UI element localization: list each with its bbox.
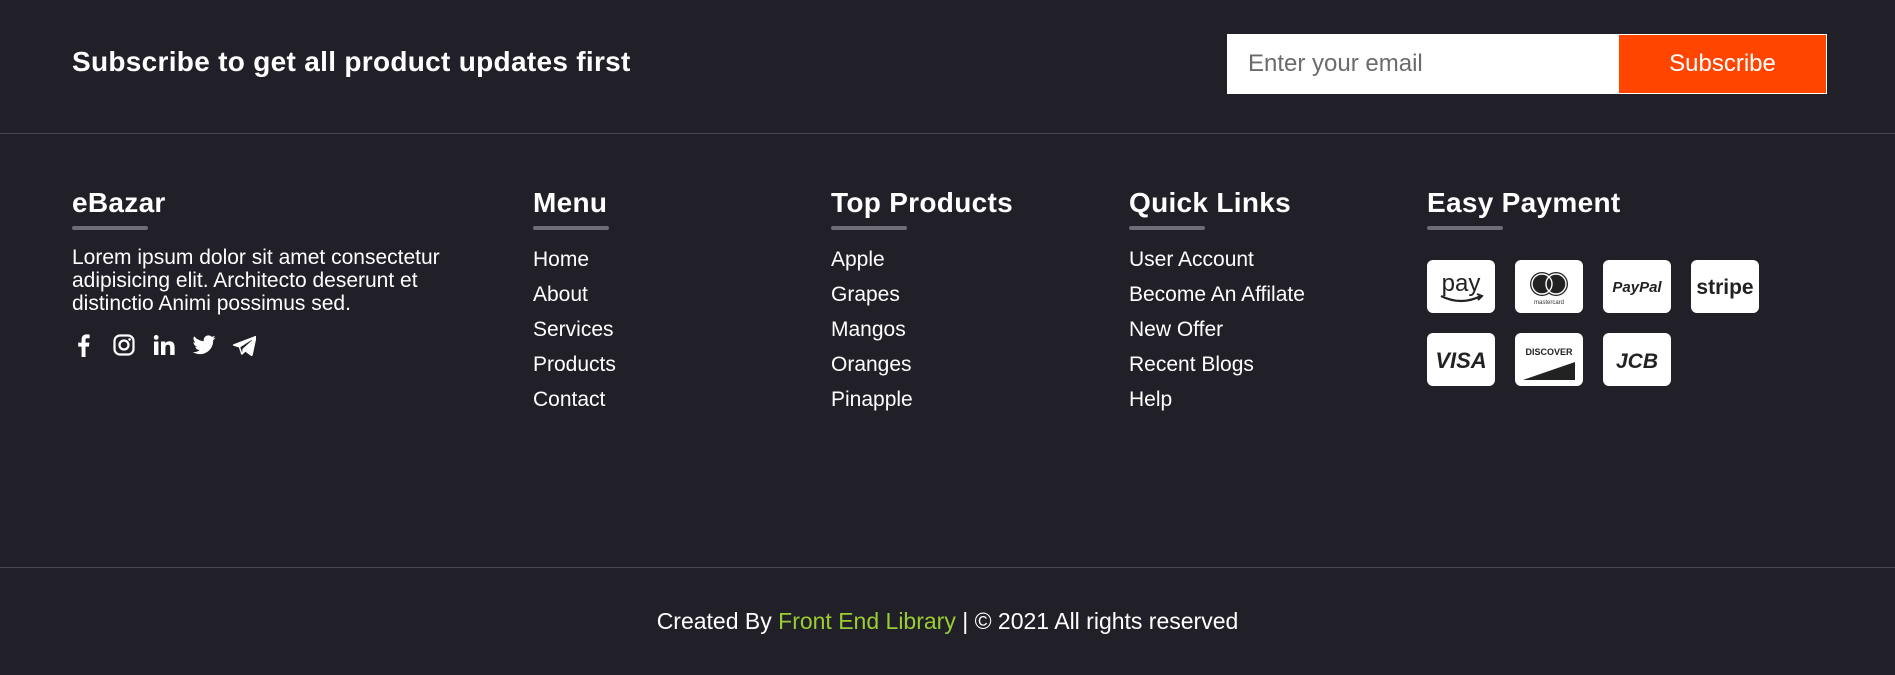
list-item: Services — [533, 312, 616, 347]
jcb-text: JCB — [1616, 350, 1658, 373]
product-link-pinapple[interactable]: Pinapple — [831, 388, 913, 412]
list-item: New Offer — [1129, 312, 1305, 347]
credit-prefix: Created By — [656, 608, 772, 634]
subscribe-bar: Subscribe to get all product updates fir… — [0, 0, 1895, 134]
quick-link-new-offer[interactable]: New Offer — [1129, 318, 1223, 342]
paypal-icon: PayPal — [1603, 260, 1671, 313]
brand-title: eBazar — [72, 187, 166, 218]
title-underline — [1427, 226, 1503, 230]
list-item: Mangos — [831, 312, 1013, 347]
stripe-text: stripe — [1696, 276, 1753, 299]
subscribe-form: Subscribe — [1227, 34, 1827, 94]
amazon-pay-text: pay — [1442, 270, 1481, 297]
quick-links-column: Quick Links User Account Become An Affil… — [1129, 186, 1305, 417]
credit-link[interactable]: Front End Library — [778, 608, 956, 634]
email-input[interactable] — [1228, 35, 1619, 93]
menu-link-services[interactable]: Services — [533, 318, 614, 342]
menu-link-about[interactable]: About — [533, 283, 588, 307]
title-underline — [1129, 226, 1205, 230]
instagram-icon[interactable] — [112, 333, 136, 357]
visa-icon: VISA — [1427, 333, 1495, 386]
product-link-grapes[interactable]: Grapes — [831, 283, 900, 307]
menu-link-home[interactable]: Home — [533, 248, 589, 272]
paypal-text: PayPal — [1612, 279, 1662, 296]
list-item: Grapes — [831, 277, 1013, 312]
copyright-text: Created By Front End Library | © 2021 Al… — [657, 608, 1239, 635]
top-products-column: Top Products Apple Grapes Mangos Oranges… — [831, 186, 1013, 417]
menu-link-contact[interactable]: Contact — [533, 388, 605, 412]
list-item: Apple — [831, 242, 1013, 277]
mastercard-text: mastercard — [1534, 300, 1564, 306]
discover-text: DISCOVER — [1525, 347, 1573, 357]
menu-column: Menu Home About Services Products Contac… — [533, 186, 616, 417]
visa-text: VISA — [1435, 348, 1486, 373]
list-item: Products — [533, 347, 616, 382]
menu-list: Home About Services Products Contact — [533, 242, 616, 417]
subscribe-button[interactable]: Subscribe — [1619, 35, 1826, 93]
list-item: Recent Blogs — [1129, 347, 1305, 382]
list-item: Help — [1129, 382, 1305, 417]
list-item: Home — [533, 242, 616, 277]
title-underline — [831, 226, 907, 230]
copyright-suffix: | © 2021 All rights reserved — [962, 608, 1239, 634]
jcb-icon: JCB — [1603, 333, 1671, 386]
top-products-title: Top Products — [831, 187, 1013, 218]
quick-links-title: Quick Links — [1129, 187, 1292, 218]
subscribe-heading: Subscribe to get all product updates fir… — [72, 46, 631, 77]
product-link-mangos[interactable]: Mangos — [831, 318, 906, 342]
title-underline — [533, 226, 609, 230]
list-item: Pinapple — [831, 382, 1013, 417]
telegram-icon[interactable] — [232, 333, 256, 357]
social-links — [72, 333, 492, 357]
payment-methods: pay mastercard PayPal stripe VISA DISCOV… — [1427, 260, 1759, 386]
bottom-bar: Created By Front End Library | © 2021 Al… — [0, 567, 1895, 675]
twitter-icon[interactable] — [192, 333, 216, 357]
amazon-pay-icon: pay — [1427, 260, 1495, 313]
mastercard-icon: mastercard — [1515, 260, 1583, 313]
stripe-icon: stripe — [1691, 260, 1759, 313]
quick-link-recent-blogs[interactable]: Recent Blogs — [1129, 353, 1254, 377]
list-item: Become An Affilate — [1129, 277, 1305, 312]
discover-icon: DISCOVER — [1515, 333, 1583, 386]
list-item: User Account — [1129, 242, 1305, 277]
list-item: Oranges — [831, 347, 1013, 382]
payment-title: Easy Payment — [1427, 187, 1621, 218]
list-item: About — [533, 277, 616, 312]
product-link-apple[interactable]: Apple — [831, 248, 885, 272]
quick-link-help[interactable]: Help — [1129, 388, 1172, 412]
payment-column: Easy Payment pay mastercard PayPal strip… — [1427, 186, 1759, 386]
list-item: Contact — [533, 382, 616, 417]
brand-column: eBazar Lorem ipsum dolor sit amet consec… — [72, 186, 492, 357]
menu-link-products[interactable]: Products — [533, 353, 616, 377]
title-underline — [72, 226, 148, 230]
brand-description: Lorem ipsum dolor sit amet consectetur a… — [72, 246, 440, 315]
product-link-oranges[interactable]: Oranges — [831, 353, 912, 377]
quick-link-affiliate[interactable]: Become An Affilate — [1129, 283, 1305, 307]
facebook-icon[interactable] — [72, 333, 96, 357]
top-products-list: Apple Grapes Mangos Oranges Pinapple — [831, 242, 1013, 417]
menu-title: Menu — [533, 187, 608, 218]
quick-link-user-account[interactable]: User Account — [1129, 248, 1254, 272]
quick-links-list: User Account Become An Affilate New Offe… — [1129, 242, 1305, 417]
linkedin-icon[interactable] — [152, 333, 176, 357]
